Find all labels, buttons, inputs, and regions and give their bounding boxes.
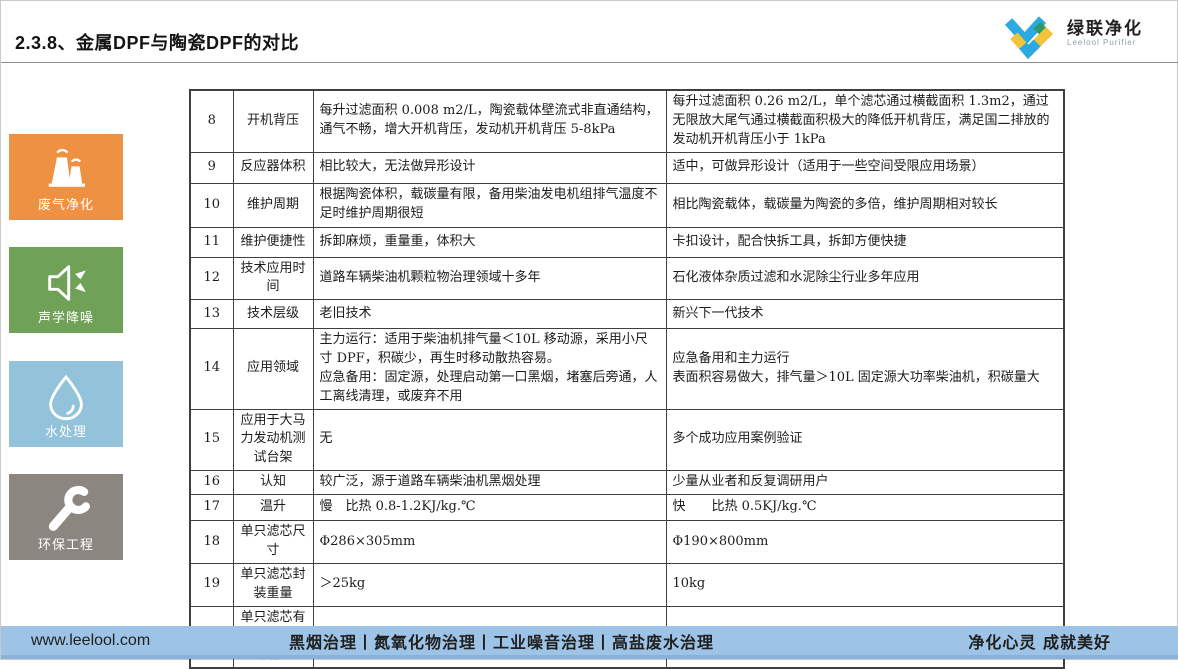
right-value-cell: 石化液体杂质过滤和水泥除尘行业多年应用 bbox=[666, 257, 1064, 300]
footer-bar: www.leelool.com 黑烟治理丨氮氧化物治理丨工业噪音治理丨高盐废水治… bbox=[1, 626, 1178, 659]
left-value-cell: 每升过滤面积 0.008 m2/L，陶瓷载体壁流式非直通结构，通气不畅，增大开机… bbox=[313, 90, 666, 152]
footer-slogan: 净化心灵 成就美好 bbox=[968, 629, 1111, 653]
row-label-cell: 技术层级 bbox=[233, 300, 313, 329]
table-row: 16 认知 较广泛，源于道路车辆柴油机黑烟处理 少量从业者和反复调研用户 bbox=[190, 471, 1064, 495]
table-row: 11 维护便捷性 拆卸麻烦，重量重，体积大 卡扣设计，配合快拆工具，拆卸方便快捷 bbox=[190, 227, 1064, 257]
factory-icon bbox=[37, 144, 95, 196]
right-value-cell: 适中，可做异形设计（适用于一些空间受限应用场景） bbox=[666, 152, 1064, 183]
row-label-cell: 单只滤芯尺寸 bbox=[233, 521, 313, 564]
right-value-cell: 每升过滤面积 0.26 m2/L，单个滤芯通过横截面积 1.3m2，通过无限放大… bbox=[666, 90, 1064, 152]
water-drop-icon bbox=[37, 371, 95, 423]
table-row: 18 单只滤芯尺寸 Φ286×305mm Φ190×800mm bbox=[190, 521, 1064, 564]
right-value-cell: 相比陶瓷载体，载碳量为陶瓷的多倍，维护周期相对较长 bbox=[666, 183, 1064, 227]
right-value-cell: 快 比热 0.5KJ/kg.℃ bbox=[666, 495, 1064, 521]
speaker-icon bbox=[37, 257, 95, 309]
right-value-cell: 新兴下一代技术 bbox=[666, 300, 1064, 329]
row-label-cell: 温升 bbox=[233, 495, 313, 521]
dpf-comparison-table: 8 开机背压 每升过滤面积 0.008 m2/L，陶瓷载体壁流式非直通结构，通气… bbox=[189, 89, 1065, 669]
right-value-cell: 应急备用和主力运行 表面积容易做大，排气量＞10L 固定源大功率柴油机，积碳量大 bbox=[666, 329, 1064, 409]
footer-services: 黑烟治理丨氮氧化物治理丨工业噪音治理丨高盐废水治理 bbox=[289, 629, 714, 653]
row-label-cell: 技术应用时间 bbox=[233, 257, 313, 300]
sidebar-item-label: 声学降噪 bbox=[38, 307, 94, 326]
table-row: 17 温升 慢 比热 0.8-1.2KJ/kg.℃ 快 比热 0.5KJ/kg.… bbox=[190, 495, 1064, 521]
row-number-cell: 11 bbox=[190, 227, 233, 257]
table-row: 9 反应器体积 相比较大，无法做异形设计 适中，可做异形设计（适用于一些空间受限… bbox=[190, 152, 1064, 183]
row-number-cell: 15 bbox=[190, 409, 233, 471]
row-label-cell: 应用领域 bbox=[233, 329, 313, 409]
logo-subtitle: Leelool Purifier bbox=[1067, 39, 1143, 48]
right-value-cell: 多个成功应用案例验证 bbox=[666, 409, 1064, 471]
left-value-cell: 根据陶瓷体积，载碳量有限，备用柴油发电机组排气温度不足时维护周期很短 bbox=[313, 183, 666, 227]
table-row: 15 应用于大马力发动机测试台架 无 多个成功应用案例验证 bbox=[190, 409, 1064, 471]
row-number-cell: 12 bbox=[190, 257, 233, 300]
left-value-cell: 较广泛，源于道路车辆柴油机黑烟处理 bbox=[313, 471, 666, 495]
left-value-cell: 道路车辆柴油机颗粒物治理领域十多年 bbox=[313, 257, 666, 300]
sidebar-item-waste-gas: 废气净化 bbox=[9, 134, 123, 220]
row-label-cell: 维护便捷性 bbox=[233, 227, 313, 257]
table-row: 8 开机背压 每升过滤面积 0.008 m2/L，陶瓷载体壁流式非直通结构，通气… bbox=[190, 90, 1064, 152]
row-number-cell: 16 bbox=[190, 471, 233, 495]
right-value-cell: 少量从业者和反复调研用户 bbox=[666, 471, 1064, 495]
row-number-cell: 18 bbox=[190, 521, 233, 564]
right-value-cell: 10kg bbox=[666, 563, 1064, 606]
row-number-cell: 13 bbox=[190, 300, 233, 329]
wrench-icon bbox=[37, 484, 95, 536]
page-title: 2.3.8、金属DPF与陶瓷DPF的对比 bbox=[15, 29, 299, 55]
row-label-cell: 开机背压 bbox=[233, 90, 313, 152]
logo-zigzag-icon bbox=[999, 9, 1061, 59]
row-number-cell: 10 bbox=[190, 183, 233, 227]
table-row: 14 应用领域 主力运行：适用于柴油机排气量＜10L 移动源，采用小尺寸 DPF… bbox=[190, 329, 1064, 409]
row-number-cell: 14 bbox=[190, 329, 233, 409]
logo-name: 绿联净化 bbox=[1067, 20, 1143, 39]
footer-website: www.leelool.com bbox=[31, 632, 150, 650]
left-value-cell: 拆卸麻烦，重量重，体积大 bbox=[313, 227, 666, 257]
sidebar-item-label: 水处理 bbox=[45, 421, 87, 440]
sidebar-item-label: 废气净化 bbox=[38, 194, 94, 213]
table-row: 13 技术层级 老旧技术 新兴下一代技术 bbox=[190, 300, 1064, 329]
sidebar-item-env-engineering: 环保工程 bbox=[9, 474, 123, 560]
left-value-cell: 无 bbox=[313, 409, 666, 471]
row-label-cell: 维护周期 bbox=[233, 183, 313, 227]
row-label-cell: 应用于大马力发动机测试台架 bbox=[233, 409, 313, 471]
sidebar-item-water-treatment: 水处理 bbox=[9, 361, 123, 447]
row-number-cell: 8 bbox=[190, 90, 233, 152]
table-row: 10 维护周期 根据陶瓷体积，载碳量有限，备用柴油发电机组排气温度不足时维护周期… bbox=[190, 183, 1064, 227]
right-value-cell: 卡扣设计，配合快拆工具，拆卸方便快捷 bbox=[666, 227, 1064, 257]
left-value-cell: 相比较大，无法做异形设计 bbox=[313, 152, 666, 183]
slide: { "title": "2.3.8、金属DPF与陶瓷DPF的对比", "logo… bbox=[0, 0, 1178, 660]
right-value-cell: Φ190×800mm bbox=[666, 521, 1064, 564]
table-row: 19 单只滤芯封装重量 ＞25kg 10kg bbox=[190, 563, 1064, 606]
company-logo: 绿联净化 Leelool Purifier bbox=[999, 7, 1159, 61]
left-value-cell: 慢 比热 0.8-1.2KJ/kg.℃ bbox=[313, 495, 666, 521]
title-divider bbox=[1, 62, 1178, 63]
sidebar-item-label: 环保工程 bbox=[38, 534, 94, 553]
row-number-cell: 17 bbox=[190, 495, 233, 521]
sidebar-item-noise-reduction: 声学降噪 bbox=[9, 247, 123, 333]
left-value-cell: 老旧技术 bbox=[313, 300, 666, 329]
row-label-cell: 反应器体积 bbox=[233, 152, 313, 183]
row-number-cell: 9 bbox=[190, 152, 233, 183]
table-row: 12 技术应用时间 道路车辆柴油机颗粒物治理领域十多年 石化液体杂质过滤和水泥除… bbox=[190, 257, 1064, 300]
row-label-cell: 单只滤芯封装重量 bbox=[233, 563, 313, 606]
left-value-cell: ＞25kg bbox=[313, 563, 666, 606]
left-value-cell: Φ286×305mm bbox=[313, 521, 666, 564]
left-value-cell: 主力运行：适用于柴油机排气量＜10L 移动源，采用小尺寸 DPF，积碳少，再生时… bbox=[313, 329, 666, 409]
row-label-cell: 认知 bbox=[233, 471, 313, 495]
row-number-cell: 19 bbox=[190, 563, 233, 606]
